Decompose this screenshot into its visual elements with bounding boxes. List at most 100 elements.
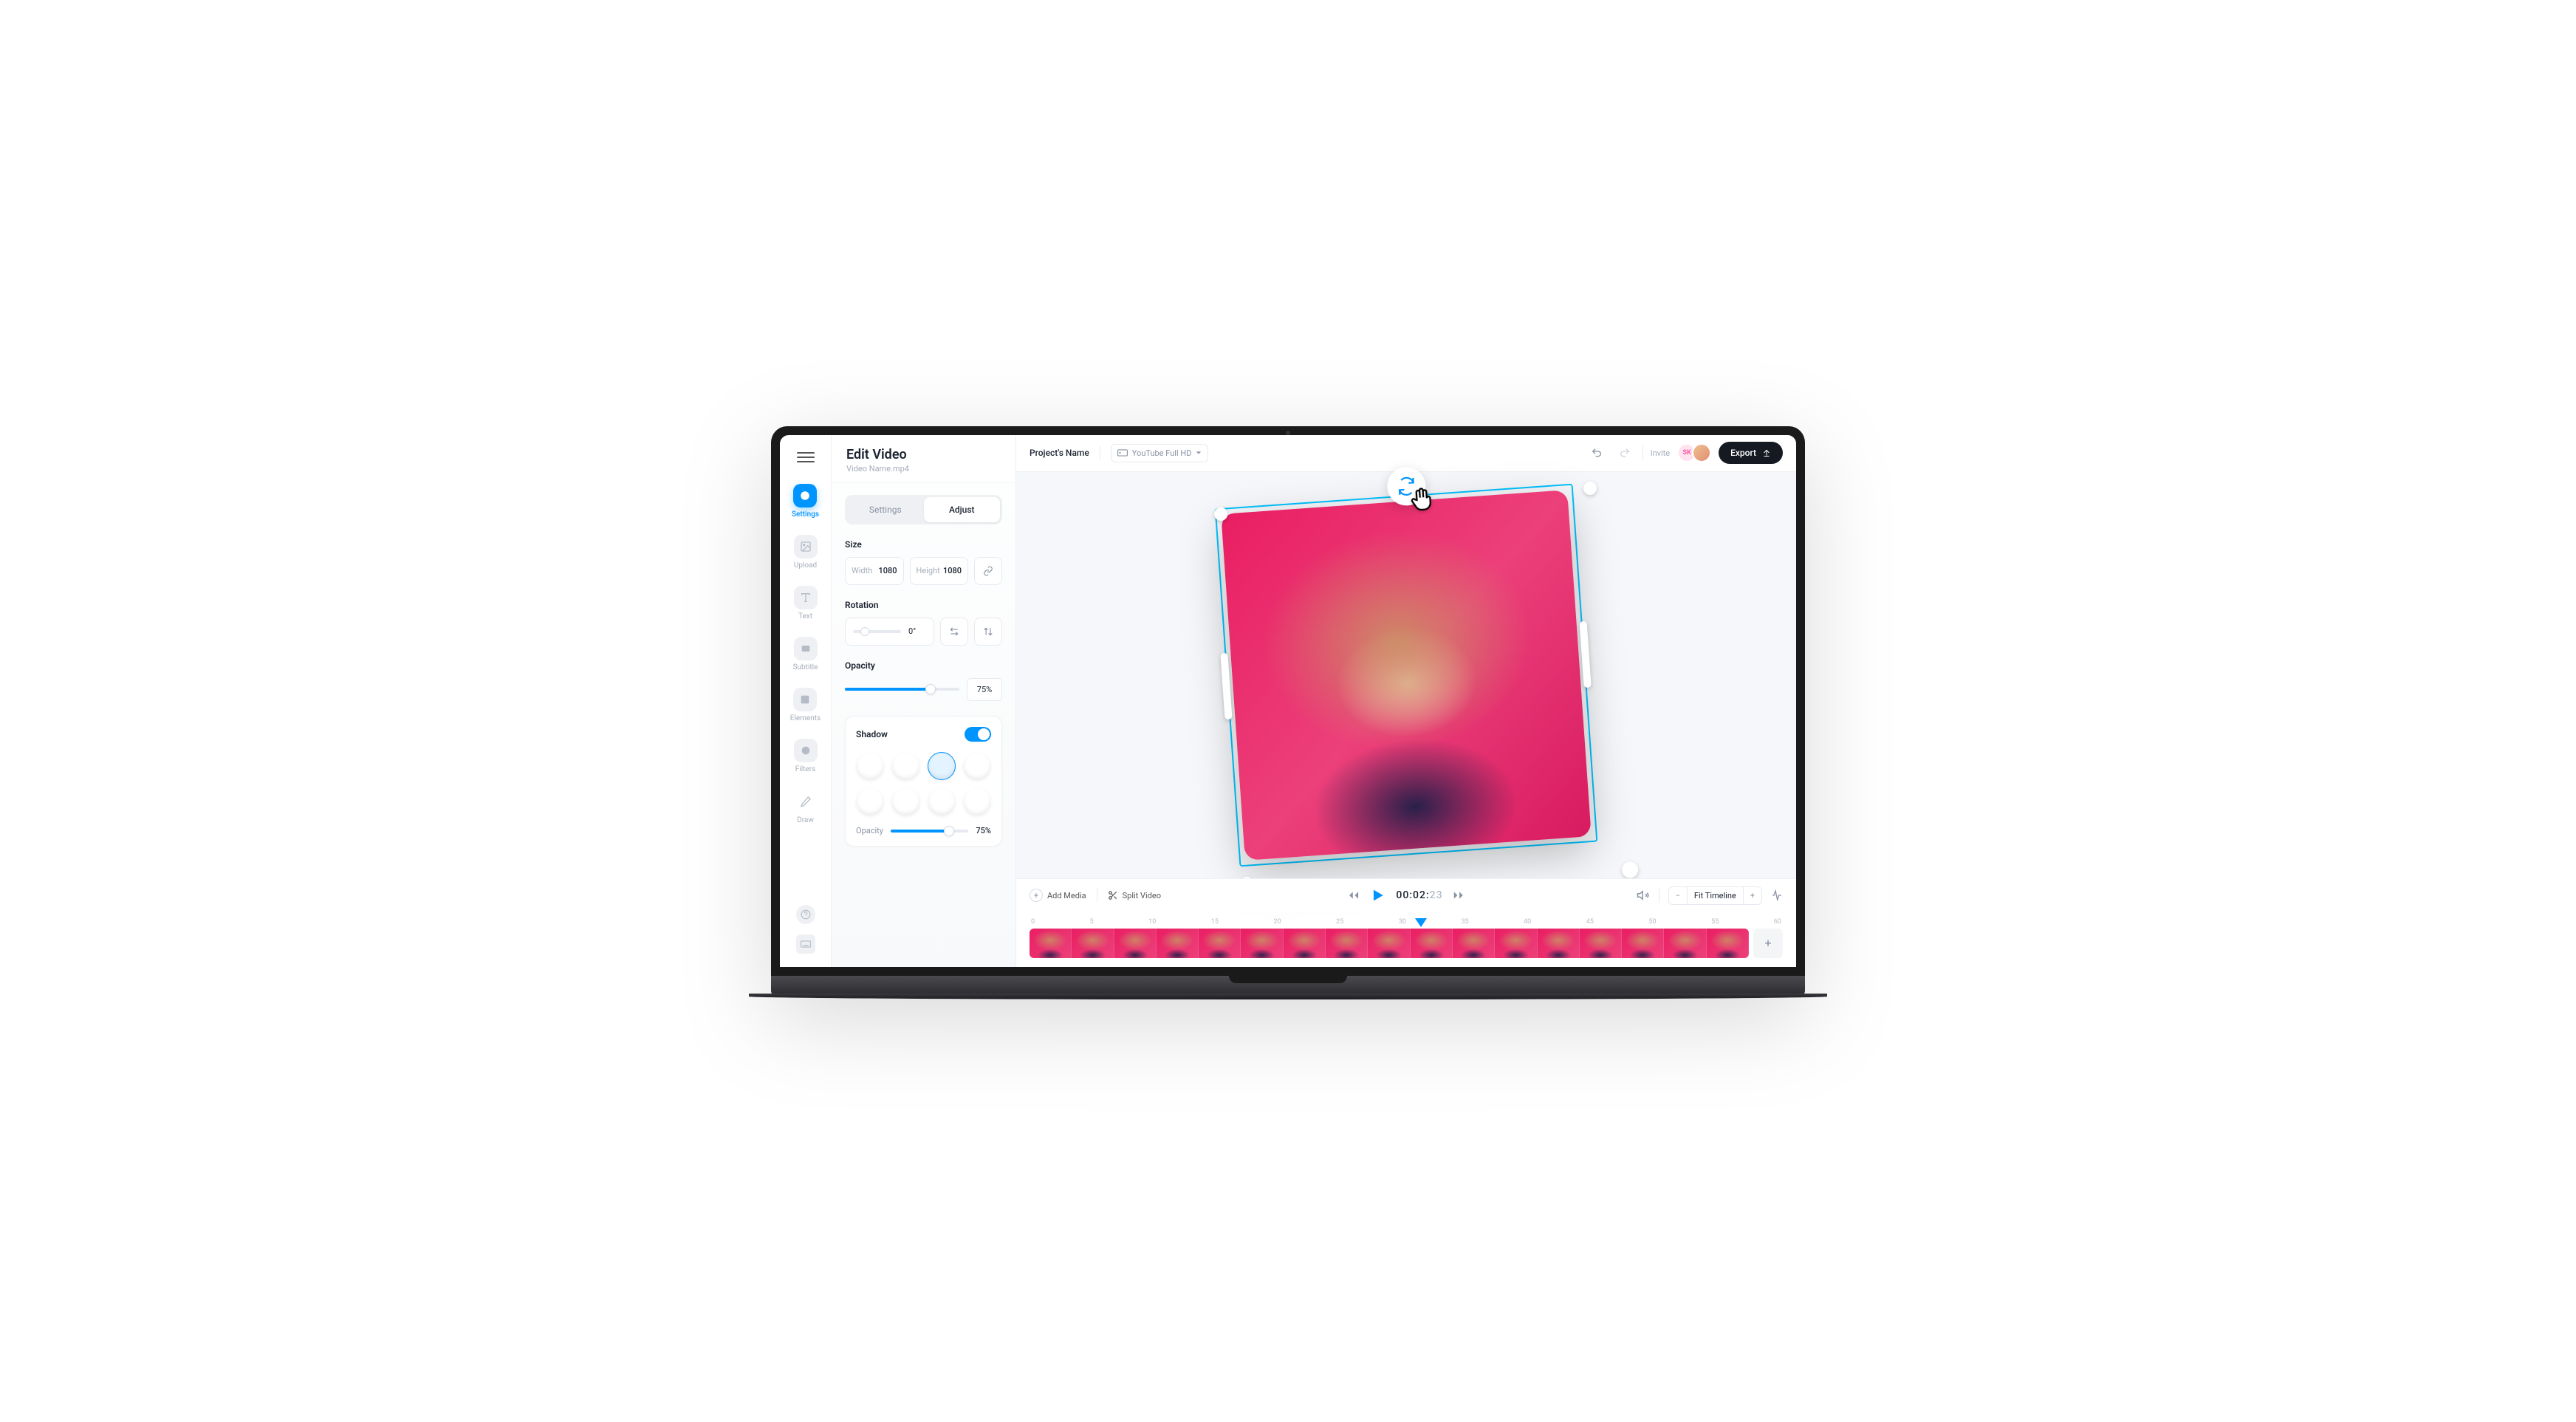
subtitle-icon (794, 637, 818, 660)
clip-thumbnail (1114, 929, 1157, 958)
opacity-slider[interactable] (845, 688, 959, 691)
shadow-swatch[interactable] (856, 787, 884, 816)
undo-icon (1591, 447, 1603, 459)
playhead[interactable] (1415, 918, 1427, 927)
ruler-tick: 55 (1711, 918, 1719, 926)
collaborators[interactable]: SK (1677, 443, 1711, 462)
flip-h-icon (949, 626, 959, 637)
flip-vertical-button[interactable] (974, 618, 1002, 646)
forward-button[interactable] (1453, 889, 1465, 901)
shadow-swatch[interactable] (963, 752, 991, 780)
ruler-tick: 45 (1586, 918, 1594, 926)
shadow-swatch[interactable] (856, 752, 884, 780)
plus-icon: + (1030, 889, 1043, 902)
shadow-opacity-slider[interactable] (891, 830, 968, 833)
upload-icon (1762, 448, 1771, 457)
avatar-image (1692, 443, 1711, 462)
clip-thumbnail (1241, 929, 1283, 958)
clip-thumbnail (1072, 929, 1114, 958)
undo-button[interactable] (1586, 442, 1607, 463)
shadow-swatch[interactable] (928, 787, 956, 816)
display-icon (1117, 449, 1128, 457)
grab-cursor-icon (1407, 484, 1436, 518)
sidebar-item-filters[interactable]: Filters (794, 734, 818, 778)
clip-thumbnail (1411, 929, 1453, 958)
video-track[interactable] (1030, 929, 1749, 958)
clip-thumbnail (1538, 929, 1580, 958)
lock-aspect-button[interactable] (974, 557, 1002, 585)
sidebar-item-subtitle[interactable]: Subtitle (793, 632, 818, 676)
keyboard-button[interactable] (796, 934, 815, 954)
add-media-button[interactable]: + Add Media (1030, 889, 1086, 902)
video-frame[interactable] (1221, 490, 1592, 861)
pencil-icon (794, 790, 818, 813)
text-icon (794, 586, 818, 609)
project-name[interactable]: Project's Name (1030, 448, 1089, 458)
shadow-swatch[interactable] (891, 752, 919, 780)
rewind-button[interactable] (1347, 889, 1359, 901)
zoom-in-button[interactable]: + (1744, 887, 1761, 904)
shadow-opacity-value: 75% (976, 826, 991, 835)
add-media-label: Add Media (1047, 891, 1086, 900)
shadow-toggle[interactable] (965, 727, 991, 742)
shadow-opacity-label: Opacity (856, 826, 883, 835)
preset-label: YouTube Full HD (1132, 448, 1192, 458)
topbar: Project's Name YouTube Full HD Invite (1016, 435, 1796, 472)
split-video-button[interactable]: Split Video (1108, 890, 1161, 900)
sidebar-item-label: Settings (792, 510, 819, 519)
timeline-zoom: − Fit Timeline + (1668, 886, 1762, 905)
sidebar-item-label: Filters (795, 765, 816, 773)
preset-selector[interactable]: YouTube Full HD (1111, 444, 1209, 462)
ruler-tick: 60 (1774, 918, 1781, 926)
resize-handle-tr[interactable] (1583, 481, 1597, 495)
sidebar-item-draw[interactable]: Draw (794, 785, 818, 829)
rotation-slider[interactable]: 0° (845, 618, 934, 646)
canvas[interactable] (1016, 472, 1796, 878)
zoom-out-button[interactable]: − (1669, 887, 1687, 904)
sidebar-item-label: Upload (794, 561, 817, 570)
panel-tabs: Settings Adjust (845, 495, 1002, 524)
volume-button[interactable] (1637, 889, 1650, 902)
clip-thumbnail (1157, 929, 1199, 958)
opacity-label: Opacity (845, 660, 1002, 671)
clip-thumbnail (1707, 929, 1749, 958)
shadow-swatch[interactable] (963, 787, 991, 816)
sidebar-item-elements[interactable]: Elements (790, 683, 821, 727)
fit-timeline-button[interactable]: Fit Timeline (1687, 887, 1744, 904)
redo-button[interactable] (1614, 442, 1635, 463)
timeline: 0 5 10 15 20 25 30 35 40 45 50 55 60 (1016, 912, 1796, 967)
split-video-label: Split Video (1123, 891, 1161, 900)
height-value: 1080 (943, 566, 962, 575)
tab-settings[interactable]: Settings (847, 497, 924, 522)
waveform-button[interactable] (1771, 889, 1783, 901)
sidebar-item-upload[interactable]: Upload (794, 530, 818, 574)
shadow-swatch[interactable] (891, 787, 919, 816)
play-button[interactable] (1369, 887, 1385, 903)
sidebar-item-label: Subtitle (793, 663, 818, 671)
shadow-swatch[interactable] (928, 752, 956, 780)
width-value: 1080 (878, 566, 897, 575)
redo-icon (1619, 447, 1631, 459)
sidebar-item-text[interactable]: Text (794, 581, 818, 625)
timecode-active: 00:02: (1396, 889, 1429, 901)
resize-handle-br[interactable] (1621, 861, 1638, 878)
sidebar-item-label: Elements (790, 714, 821, 722)
menu-toggle-button[interactable] (797, 448, 815, 466)
add-track-button[interactable]: + (1753, 929, 1783, 958)
sidebar-item-label: Draw (797, 816, 814, 824)
width-input[interactable]: Width 1080 (845, 557, 904, 585)
timeline-ruler[interactable]: 0 5 10 15 20 25 30 35 40 45 50 55 60 (1030, 918, 1783, 929)
ruler-tick: 35 (1461, 918, 1468, 926)
tab-adjust[interactable]: Adjust (924, 497, 1001, 522)
elements-icon (793, 688, 817, 711)
height-input[interactable]: Height 1080 (910, 557, 969, 585)
opacity-value[interactable]: 75% (967, 678, 1002, 701)
clip-thumbnail (1495, 929, 1537, 958)
sidebar-item-settings[interactable]: Settings (792, 479, 819, 523)
invite-button[interactable]: Invite (1651, 448, 1671, 458)
flip-horizontal-button[interactable] (940, 618, 968, 646)
help-button[interactable] (796, 905, 815, 924)
control-bar: + Add Media Split Video 00:02:23 − (1016, 878, 1796, 912)
export-button[interactable]: Export (1719, 442, 1783, 464)
ruler-tick: 25 (1336, 918, 1343, 926)
